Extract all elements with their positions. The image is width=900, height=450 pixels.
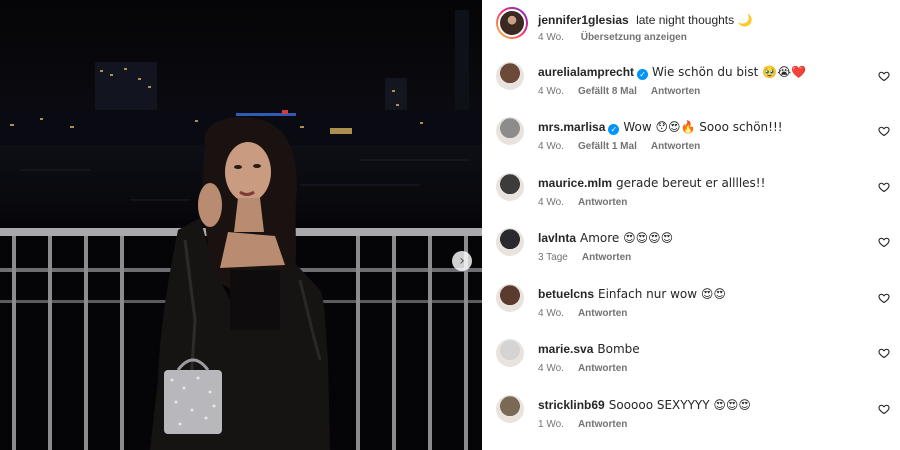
post-age: 4 Wo. <box>538 32 564 43</box>
comment-username[interactable]: mrs.marlisa <box>538 120 605 134</box>
heart-outline-icon[interactable] <box>878 236 890 248</box>
comment-text: Sooooo SEXYYYY 😍😍😍 <box>608 398 751 412</box>
comment-text: gerade bereut er alllles!! <box>616 176 766 190</box>
commenter-avatar[interactable] <box>496 173 524 201</box>
comment-username[interactable]: lavlnta <box>538 231 576 245</box>
reply-button[interactable]: Antworten <box>651 86 700 97</box>
reply-button[interactable]: Antworten <box>578 308 627 319</box>
reply-button[interactable]: Antworten <box>651 141 700 152</box>
reply-button[interactable]: Antworten <box>578 419 627 430</box>
comment-age: 4 Wo. <box>538 141 564 152</box>
post-photo: › <box>0 0 482 450</box>
verified-badge-icon: ✓ <box>637 69 649 80</box>
reply-button[interactable]: Antworten <box>578 197 627 208</box>
comment-username[interactable]: betuelcns <box>538 287 594 301</box>
verified-badge-icon: ✓ <box>608 124 620 135</box>
comment-age: 4 Wo. <box>538 363 564 374</box>
comment-age: 3 Tage <box>538 252 568 263</box>
comment-age: 4 Wo. <box>538 86 564 97</box>
reply-button[interactable]: Antworten <box>582 252 631 263</box>
comment-text: Wow 😯😍🔥 Sooo schön!!! <box>623 120 783 134</box>
comment-username[interactable]: aurelialamprecht <box>538 65 634 79</box>
comment-username[interactable]: maurice.mlm <box>538 176 612 190</box>
heart-outline-icon[interactable] <box>878 70 890 82</box>
comment-like-count[interactable]: Gefällt 8 Mal <box>578 86 637 97</box>
reply-button[interactable]: Antworten <box>578 363 627 374</box>
comment-like-count[interactable]: Gefällt 1 Mal <box>578 141 637 152</box>
comment-text: Einfach nur wow 😍😍 <box>598 287 726 301</box>
night-scene-illustration <box>0 0 482 450</box>
comment-username[interactable]: marie.sva <box>538 342 593 356</box>
comment-username[interactable]: stricklinb69 <box>538 398 605 412</box>
heart-outline-icon[interactable] <box>878 181 890 193</box>
next-photo-button[interactable]: › <box>452 251 472 271</box>
caption-text: late night thoughts 🌙 <box>636 13 753 27</box>
comment-age: 4 Wo. <box>538 197 564 208</box>
author-username[interactable]: jennifer1glesias <box>538 13 629 27</box>
comment-text: Amore 😍😍😍😍 <box>580 231 674 245</box>
comments-panel: jennifer1glesias late night thoughts 🌙 4… <box>482 0 900 450</box>
comment-age: 1 Wo. <box>538 419 564 430</box>
comment-text: Bombe <box>597 342 640 356</box>
commenter-avatar[interactable] <box>496 339 524 367</box>
comment-text: Wie schön du bist 🥹😭❤️ <box>652 65 807 79</box>
translate-link[interactable]: Übersetzung anzeigen <box>581 32 687 43</box>
commenter-avatar[interactable] <box>496 117 524 145</box>
commenter-avatar[interactable] <box>496 284 524 312</box>
author-avatar[interactable] <box>496 7 528 39</box>
commenter-avatar[interactable] <box>496 62 524 90</box>
comment-age: 4 Wo. <box>538 308 564 319</box>
heart-outline-icon[interactable] <box>878 292 890 304</box>
chevron-right-icon: › <box>459 253 465 269</box>
heart-outline-icon[interactable] <box>878 403 890 415</box>
heart-outline-icon[interactable] <box>878 347 890 359</box>
commenter-avatar[interactable] <box>496 228 524 256</box>
commenter-avatar[interactable] <box>496 395 524 423</box>
heart-outline-icon[interactable] <box>878 125 890 137</box>
